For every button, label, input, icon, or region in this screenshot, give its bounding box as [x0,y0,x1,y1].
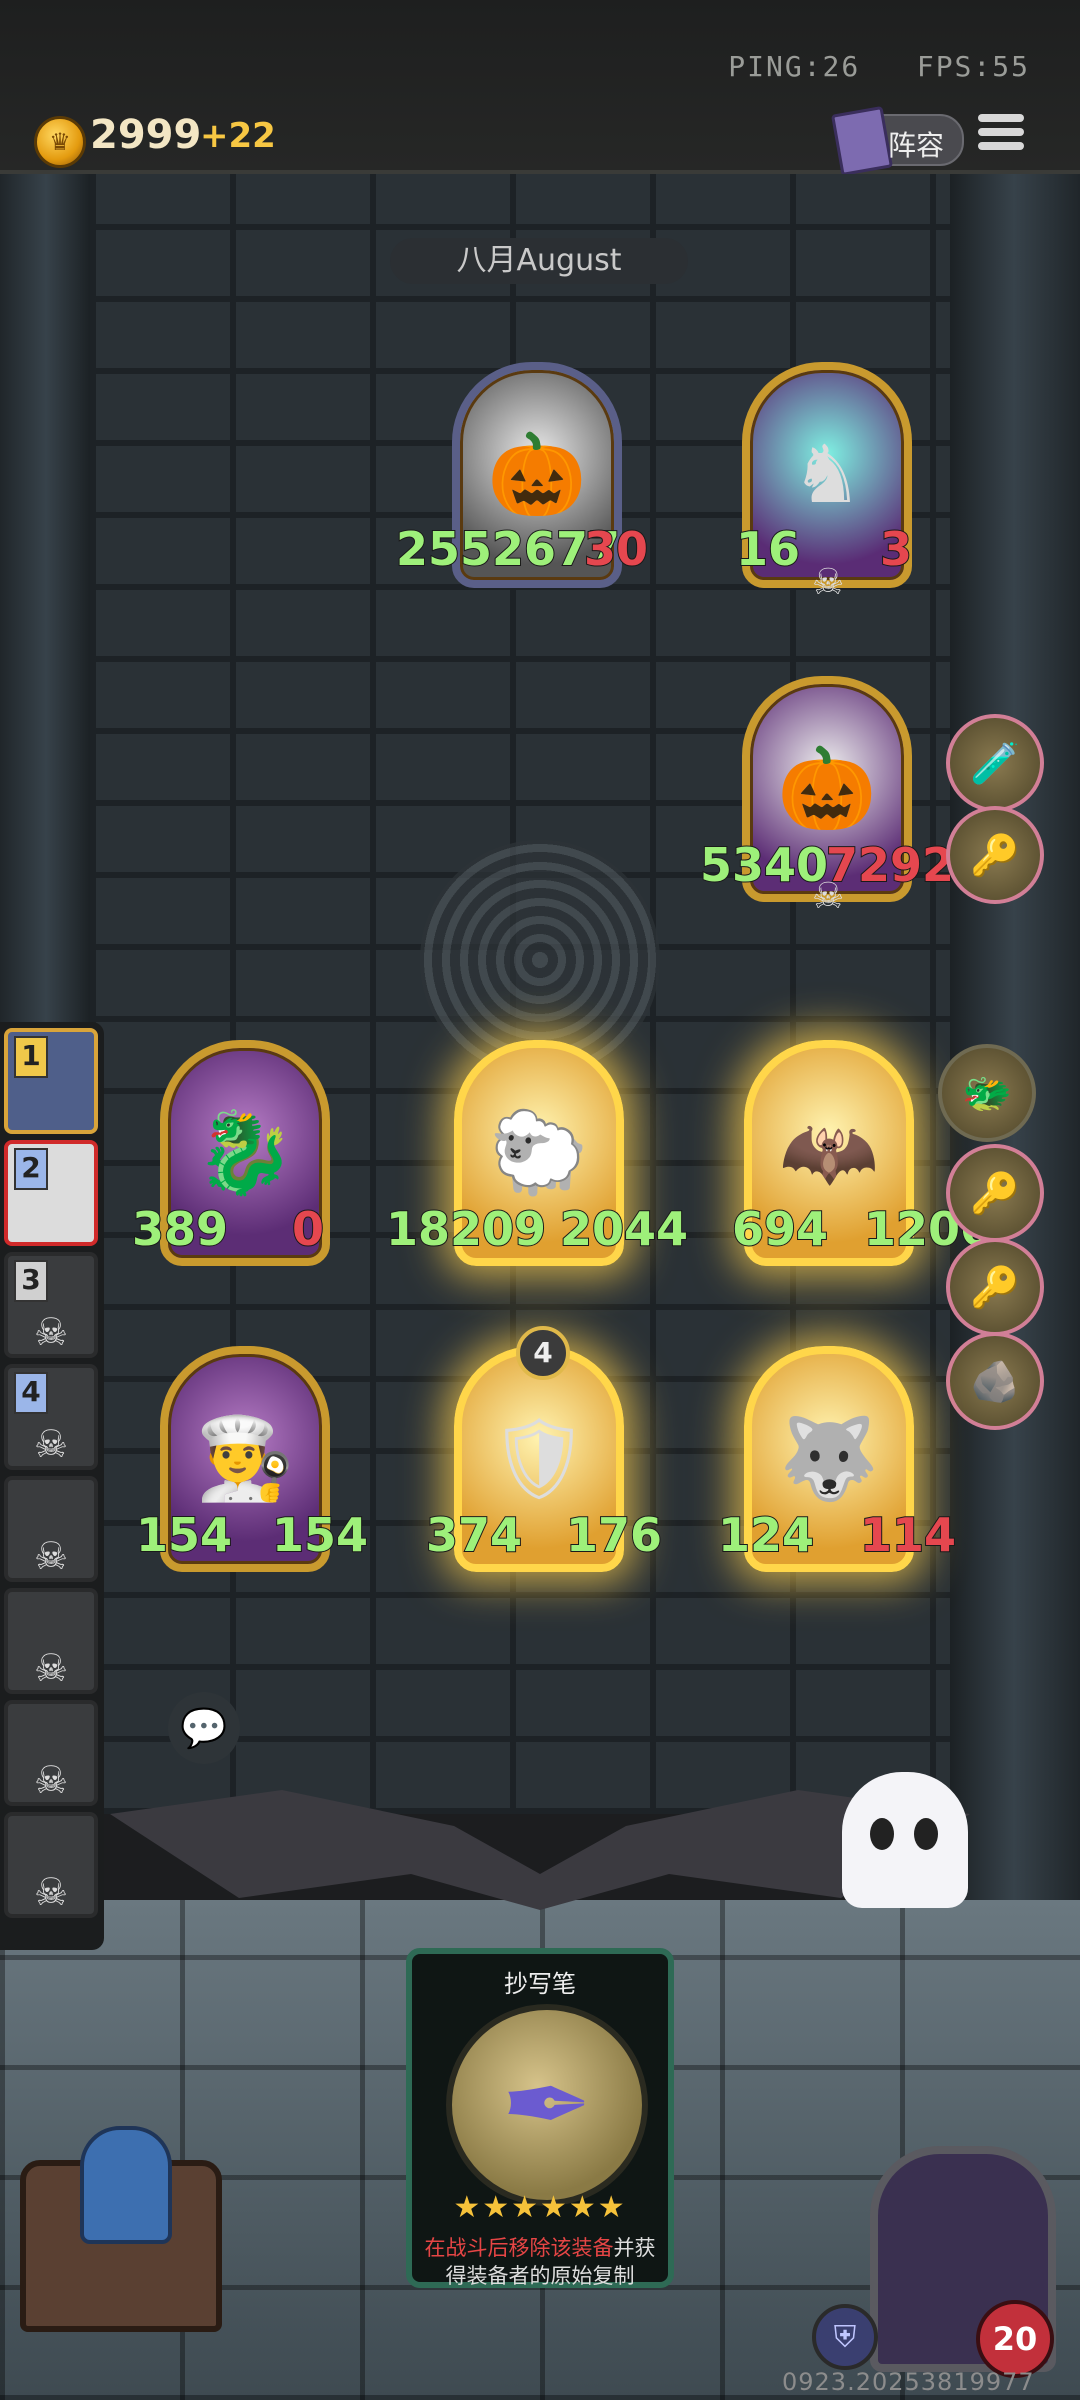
ghost-eye [870,1818,894,1850]
player-hp: 20 [976,2300,1054,2378]
equipment-slot[interactable]: 🧪 [946,714,1044,812]
card-desc-highlight: 在战斗后移除该装备 [424,2236,614,2260]
ping-text: PING:26 [728,50,861,83]
roster-slot-8[interactable]: ☠ [4,1812,98,1918]
skull-icon: ☠ [33,1646,69,1690]
month-banner: 八月August [390,238,688,284]
ally-atk: 124 [717,1507,815,1563]
menu-icon[interactable] [978,114,1024,158]
roster-slot-1[interactable]: 1 [4,1028,98,1134]
equipment-slot[interactable]: 🪨 [946,1332,1044,1430]
roster-number: 4 [14,1372,48,1414]
right-pillar [948,174,1080,1914]
ally-atk: 694 [731,1201,829,1257]
chest-character-icon [80,2126,172,2244]
equipment-slot[interactable]: 🐲 [938,1044,1036,1142]
enemy-hp: 30 [583,521,649,577]
roster-number: 2 [14,1148,48,1190]
top-bar: PING:26 FPS:55 ♛ 2999 +22 阵容 [0,0,1080,177]
ally-hp: 0 [291,1201,325,1257]
gold-gain: +22 [200,116,276,156]
knight-icon: ♞ [791,428,863,521]
ally-hp: 114 [859,1507,957,1563]
ghost-mascot[interactable] [842,1772,968,1908]
ally-atk: 154 [135,1507,233,1563]
wolf-icon: 🐺 [779,1412,879,1505]
roster-number: 1 [14,1036,48,1078]
level-badge: 4 [516,1326,570,1380]
roster-slot-3[interactable]: 3 ☠ [4,1252,98,1358]
enemy-hp: 7292 [825,837,955,893]
book-icon [831,105,893,177]
skull-icon: ☠ [812,562,845,603]
shield-icon[interactable]: ⛨ [812,2304,878,2370]
card-description: 在战斗后移除该装备并获得装备者的原始复制 [420,2234,660,2290]
skull-icon: ☠ [33,1422,69,1466]
ally-hp: 154 [271,1507,369,1563]
roster-slot-2[interactable]: 2 [4,1140,98,1246]
lineup-button[interactable]: 阵容 [831,105,964,177]
skull-icon: ☠ [33,1310,69,1354]
roster-slot-7[interactable]: ☠ [4,1700,98,1806]
gold-amount: 2999 [90,112,202,158]
ally-atk: 389 [131,1201,229,1257]
roster-slot-5[interactable]: ☠ [4,1476,98,1582]
coin-icon: ♛ [34,116,86,168]
network-stats: PING:26 FPS:55 [728,50,1030,83]
equipment-slot[interactable]: 🔑 [946,1144,1044,1242]
ally-hp: 176 [565,1507,663,1563]
shield-knight-icon: 🛡 [488,1412,590,1505]
pumpkin-icon: 🎃 [777,742,877,835]
quill-icon: ✒ [446,2004,648,2206]
equipment-card[interactable]: 抄写笔 ✒ ★★★★★★ 在战斗后移除该装备并获得装备者的原始复制 [406,1948,674,2288]
fps-text: FPS:55 [916,50,1030,83]
enemy-atk: 16 [735,521,801,577]
card-title: 抄写笔 [504,1970,576,1998]
roster-slot-6[interactable]: ☠ [4,1588,98,1694]
build-id: 0923.20253819977 [782,2368,1035,2396]
ally-atk: 18209 [385,1201,547,1257]
skull-icon: ☠ [812,876,845,917]
chat-icon[interactable]: 💬 [168,1692,240,1764]
unit-roster: 1 2 3 ☠ 4 ☠ ☠ ☠ ☠ ☠ [0,1022,104,1950]
card-stars: ★★★★★★ [453,2190,627,2225]
pumpkin-icon: 🎃 [487,428,587,521]
ally-hp: 2044 [559,1201,689,1257]
lineup-label: 阵容 [888,129,945,162]
roster-number: 3 [14,1260,48,1302]
equipment-slot[interactable]: 🔑 [946,1238,1044,1336]
equipment-slot[interactable]: 🔑 [946,806,1044,904]
skull-icon: ☠ [33,1758,69,1802]
skull-icon: ☠ [33,1870,69,1914]
roster-slot-4[interactable]: 4 ☠ [4,1364,98,1470]
dragon-icon: 🐉 [195,1106,295,1199]
sheep-icon: 🐑 [489,1106,589,1199]
bat-icon: 🦇 [779,1106,879,1199]
ally-atk: 374 [425,1507,523,1563]
shop-chest[interactable] [20,2126,222,2332]
skull-icon: ☠ [33,1534,69,1578]
enemy-hp: 3 [879,521,913,577]
chef-icon: 👨‍🍳 [195,1412,295,1505]
ghost-eye [914,1818,938,1850]
enemy-atk: 5340 [699,837,829,893]
